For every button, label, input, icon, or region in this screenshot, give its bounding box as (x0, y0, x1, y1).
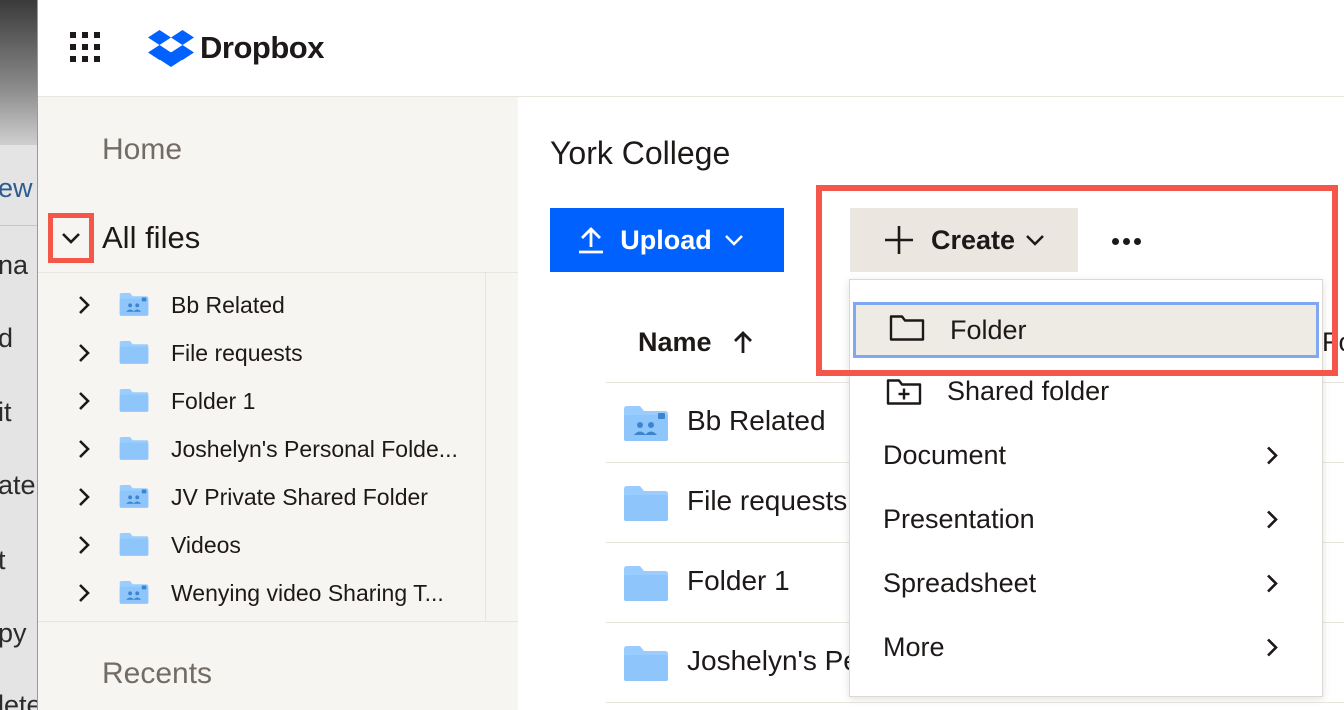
sidebar-item-home[interactable]: Home (102, 133, 182, 167)
background-text: na (0, 250, 29, 280)
chevron-right-icon (1266, 510, 1278, 535)
shared-folder-outline-icon (886, 377, 922, 412)
upload-button[interactable]: Upload (550, 208, 784, 272)
all-files-label: All files (102, 220, 201, 255)
chevron-right-icon (1266, 446, 1278, 471)
column-header-name[interactable]: Name (638, 327, 754, 358)
chevron-down-icon (724, 235, 743, 246)
chevron-right-icon (1266, 574, 1278, 599)
plus-icon (884, 226, 913, 254)
sort-ascending-icon (733, 330, 752, 353)
upload-icon (579, 227, 604, 254)
column-header-partial[interactable]: Fo (1322, 327, 1344, 358)
background-text: ate: (0, 470, 37, 500)
create-menu-item-spreadsheet[interactable]: Spreadsheet (850, 554, 1322, 618)
sidebar-tree-item[interactable]: JV Private Shared Folder (38, 473, 485, 521)
sidebar-tree-item[interactable]: Joshelyn's Personal Folde... (38, 425, 485, 473)
background-window-titlebar (0, 0, 37, 145)
chevron-right-icon[interactable] (78, 343, 98, 363)
divider (606, 702, 1344, 703)
create-menu-item-label: Document (883, 440, 1007, 470)
divider (0, 225, 37, 226)
divider (485, 273, 486, 621)
sidebar-tree-item[interactable]: File requests (38, 329, 485, 377)
sidebar-tree-item[interactable]: Wenying video Sharing T... (38, 569, 485, 617)
grid-icon[interactable] (70, 32, 102, 64)
background-window: ew na d it ate: t py lete (0, 0, 38, 710)
folder-icon (118, 387, 150, 413)
column-name-label: Name (638, 327, 712, 357)
create-menu-item-label: Spreadsheet (883, 568, 1037, 598)
tree-item-label: Folder 1 (171, 388, 256, 414)
create-menu-item-label: Folder (950, 315, 1027, 345)
folder-icon (622, 483, 670, 523)
create-menu-item-label: More (883, 632, 945, 662)
create-menu-item-presentation[interactable]: Presentation (850, 490, 1322, 554)
chevron-right-icon[interactable] (78, 295, 98, 315)
dropbox-logo[interactable]: Dropbox (148, 28, 324, 68)
shared-folder-icon (118, 291, 150, 317)
file-name[interactable]: Joshelyn's Pe (687, 645, 859, 677)
create-menu-item-label: Presentation (883, 504, 1035, 534)
chevron-right-icon[interactable] (78, 439, 98, 459)
folder-icon (118, 339, 150, 365)
create-menu-item-folder[interactable]: Folder (853, 302, 1319, 358)
background-text: it (0, 397, 12, 427)
shared-folder-icon (118, 483, 150, 509)
chevron-down-icon (1026, 235, 1044, 246)
tree-item-label: File requests (171, 340, 303, 366)
background-text: ew (0, 173, 33, 203)
chevron-right-icon (1266, 638, 1278, 663)
tree-item-label: Wenying video Sharing T... (171, 580, 444, 606)
sidebar-tree-item[interactable]: Bb Related (38, 281, 485, 329)
more-horizontal-icon[interactable] (1106, 221, 1146, 261)
file-name[interactable]: File requests (687, 485, 847, 517)
tree-item-label: Joshelyn's Personal Folde... (171, 436, 458, 462)
folder-icon (118, 435, 150, 461)
logo-text: Dropbox (200, 30, 324, 65)
chevron-right-icon[interactable] (78, 535, 98, 555)
tree-item-label: Videos (171, 532, 241, 558)
file-name[interactable]: Folder 1 (687, 565, 790, 597)
chevron-down-icon[interactable] (48, 213, 94, 263)
background-text: lete (0, 690, 37, 710)
dropbox-box-icon (148, 30, 194, 67)
tree-item-label: Bb Related (171, 292, 285, 318)
folder-outline-icon (889, 313, 925, 348)
create-menu: Folder Shared folder Document Presentation S… (849, 279, 1323, 697)
create-label: Create (930, 224, 1016, 255)
sidebar-item-recents[interactable]: Recents (102, 657, 212, 691)
chevron-right-icon[interactable] (78, 487, 98, 507)
sidebar-tree-item[interactable]: Videos (38, 521, 485, 569)
sidebar-tree-item[interactable]: Folder 1 (38, 377, 485, 425)
create-button[interactable]: Create (850, 208, 1078, 272)
folder-icon (118, 531, 150, 557)
create-menu-item-shared-folder[interactable]: Shared folder (850, 362, 1322, 426)
create-menu-item-more[interactable]: More (850, 618, 1322, 682)
chevron-right-icon[interactable] (78, 583, 98, 603)
upload-label: Upload (620, 224, 712, 255)
background-text: d (0, 323, 13, 354)
page-title: York College (550, 135, 731, 171)
shared-folder-icon (622, 403, 670, 443)
sidebar: Home All files Bb Related File requests Fo… (38, 97, 518, 710)
tree-item-label: JV Private Shared Folder (171, 484, 428, 510)
create-menu-item-label: Shared folder (947, 376, 1110, 406)
sidebar-item-all-files[interactable]: All files (48, 213, 200, 263)
file-name[interactable]: Bb Related (687, 405, 826, 437)
background-text: py (0, 618, 27, 648)
folder-icon (622, 643, 670, 683)
top-header: Dropbox (38, 0, 1344, 97)
screen: ew na d it ate: t py lete Dropbox Home (0, 0, 1344, 710)
create-menu-item-document[interactable]: Document (850, 426, 1322, 490)
chevron-right-icon[interactable] (78, 391, 98, 411)
background-text: t (0, 545, 6, 576)
folder-tree: Bb Related File requests Folder 1 Joshelyn'… (38, 272, 518, 622)
shared-folder-icon (118, 579, 150, 605)
folder-icon (622, 563, 670, 603)
